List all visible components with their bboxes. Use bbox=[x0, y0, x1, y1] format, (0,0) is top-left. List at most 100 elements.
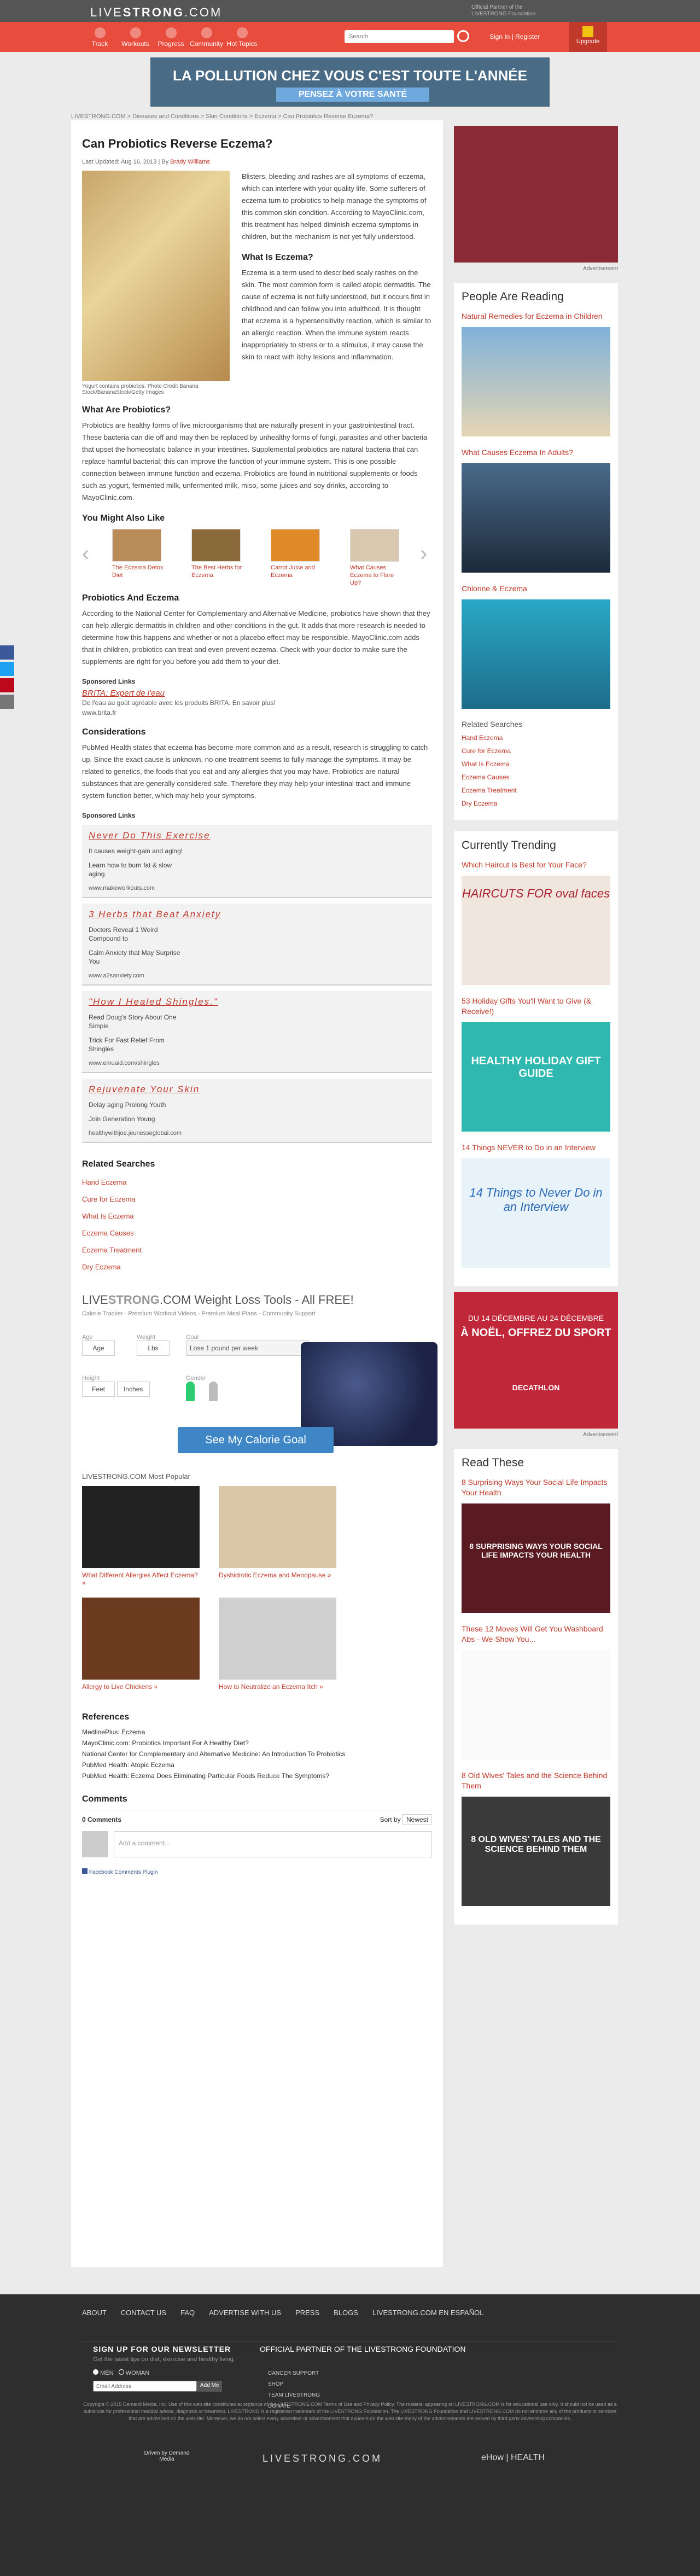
related-search-link[interactable]: Hand Eczema bbox=[82, 1178, 432, 1186]
popular-link[interactable]: What Different Allergies Affect Eczema? … bbox=[82, 1571, 200, 1587]
reading-image[interactable] bbox=[462, 599, 610, 709]
footer-link[interactable]: CONTACT US bbox=[121, 2309, 166, 2317]
trending-link[interactable]: 14 Things NEVER to Do in an Interview bbox=[462, 1143, 610, 1153]
ad-button[interactable]: PENSEZ À VOTRE SANTÉ bbox=[276, 88, 429, 102]
male-icon[interactable] bbox=[208, 1382, 218, 1401]
top-ad-banner[interactable]: LA POLLUTION CHEZ VOUS C'EST TOUTE L'ANN… bbox=[150, 57, 550, 107]
sponsor-link[interactable]: BRITA: Expert de l'eau bbox=[82, 689, 432, 698]
search-icon[interactable] bbox=[457, 30, 469, 42]
read-these-image[interactable] bbox=[462, 1650, 610, 1759]
partner-link[interactable]: SHOP bbox=[268, 2379, 320, 2390]
goal-select[interactable]: Lose 1 pound per week bbox=[186, 1341, 309, 1356]
footer-link[interactable]: PRESS bbox=[295, 2309, 319, 2317]
carousel-next-icon[interactable]: › bbox=[420, 543, 431, 564]
demand-media-logo[interactable]: Driven by Demand Media bbox=[142, 2450, 191, 2462]
ad-url[interactable]: www.emuaid.com/shingles bbox=[89, 1060, 425, 1066]
age-input[interactable]: Age bbox=[82, 1341, 115, 1356]
nav-workouts[interactable]: Workouts bbox=[118, 22, 153, 48]
more-share-icon[interactable] bbox=[0, 695, 14, 709]
popular-item[interactable]: How to Neutralize an Eczema Itch » bbox=[219, 1598, 336, 1691]
search-input[interactable] bbox=[345, 30, 454, 43]
carousel-prev-icon[interactable]: ‹ bbox=[82, 543, 93, 564]
footer-link[interactable]: ABOUT bbox=[82, 2309, 107, 2317]
footer-link[interactable]: ADVERTISE WITH US bbox=[209, 2309, 281, 2317]
ehow-health-logo[interactable]: eHow | HEALTH bbox=[481, 2453, 545, 2463]
add-me-button[interactable]: Add Me bbox=[197, 2381, 223, 2392]
text-ad[interactable]: Rejuvenate Your Skin Delay aging Prolong … bbox=[82, 1079, 432, 1143]
sidebar-related-link[interactable]: What Is Eczema bbox=[462, 760, 610, 768]
read-these-image[interactable]: 8 SURPRISING WAYS YOUR SOCIAL LIFE IMPAC… bbox=[462, 1503, 610, 1613]
popular-link[interactable]: How to Neutralize an Eczema Itch » bbox=[219, 1683, 336, 1691]
read-these-image[interactable]: 8 OLD WIVES' TALES AND THE SCIENCE BEHIN… bbox=[462, 1797, 610, 1906]
text-ad[interactable]: 3 Herbs that Beat Anxiety Doctors Reveal … bbox=[82, 904, 432, 986]
footer-link[interactable]: BLOGS bbox=[334, 2309, 358, 2317]
facebook-plugin-label[interactable]: Facebook Comments Plugin bbox=[89, 1869, 158, 1875]
related-search-link[interactable]: Dry Eczema bbox=[82, 1263, 432, 1271]
author-link[interactable]: Brady Williams bbox=[170, 159, 210, 165]
height-inches-input[interactable]: Inches bbox=[116, 1382, 150, 1397]
facebook-share-icon[interactable] bbox=[0, 645, 14, 660]
ad-headline[interactable]: Never Do This Exercise bbox=[89, 830, 425, 841]
reading-image[interactable] bbox=[462, 327, 610, 436]
footer-livestrong-logo[interactable]: LIVESTRONG.COM bbox=[262, 2453, 382, 2464]
decathlon-ad[interactable]: DU 14 DÉCEMBRE AU 24 DÉCEMBRE À NOËL, OF… bbox=[454, 1292, 618, 1429]
twitter-share-icon[interactable] bbox=[0, 662, 14, 676]
reading-link[interactable]: Natural Remedies for Eczema in Children bbox=[462, 311, 610, 322]
carousel-card[interactable]: Carrot Juice and Eczema bbox=[271, 529, 325, 579]
related-search-link[interactable]: What Is Eczema bbox=[82, 1212, 432, 1220]
ad-headline[interactable]: 3 Herbs that Beat Anxiety bbox=[89, 909, 425, 920]
female-icon[interactable] bbox=[186, 1382, 195, 1401]
popular-item[interactable]: Dyshidrotic Eczema and Menopause » bbox=[219, 1486, 336, 1587]
footer-link[interactable]: FAQ bbox=[180, 2309, 195, 2317]
sidebar-related-link[interactable]: Cure for Eczema bbox=[462, 747, 610, 755]
popular-link[interactable]: Dyshidrotic Eczema and Menopause » bbox=[219, 1571, 336, 1579]
footer-link[interactable]: LIVESTRONG.COM EN ESPAÑOL bbox=[372, 2309, 483, 2317]
nav-progress[interactable]: Progress bbox=[153, 22, 189, 48]
livestrong-logo[interactable]: LIVESTRONG.COM bbox=[90, 5, 222, 20]
height-feet-input[interactable]: Feet bbox=[82, 1382, 115, 1397]
ad-url[interactable]: www.a2sanxiety.com bbox=[89, 972, 425, 979]
popular-link[interactable]: Allergy to Live Chickens » bbox=[82, 1683, 200, 1691]
trending-image[interactable]: HAIRCUTS FOR oval faces bbox=[462, 876, 610, 985]
trending-image[interactable]: HEALTHY HOLIDAY GIFT GUIDE bbox=[462, 1022, 610, 1132]
partner-link[interactable]: CANCER SUPPORT bbox=[268, 2368, 320, 2379]
reading-image[interactable] bbox=[462, 463, 610, 573]
see-calorie-goal-button[interactable]: See My Calorie Goal bbox=[178, 1427, 334, 1453]
sidebar-related-link[interactable]: Eczema Treatment bbox=[462, 786, 610, 794]
nav-community[interactable]: Community bbox=[189, 22, 224, 48]
ad-headline[interactable]: "How I Healed Shingles." bbox=[89, 996, 425, 1007]
signin-register-link[interactable]: Sign In | Register bbox=[489, 33, 540, 40]
ad-headline[interactable]: Rejuvenate Your Skin bbox=[89, 1084, 425, 1095]
read-these-link[interactable]: These 12 Moves Will Get You Washboard Ab… bbox=[462, 1624, 610, 1645]
women-radio[interactable] bbox=[118, 2369, 124, 2375]
sidebar-related-link[interactable]: Dry Eczema bbox=[462, 800, 610, 807]
partner-link[interactable]: TEAM LIVESTRONG bbox=[268, 2390, 320, 2401]
text-ad[interactable]: "How I Healed Shingles." Read Doug's Stor… bbox=[82, 991, 432, 1073]
sidebar-related-link[interactable]: Eczema Causes bbox=[462, 773, 610, 781]
reading-link[interactable]: What Causes Eczema In Adults? bbox=[462, 447, 610, 458]
sidebar-related-link[interactable]: Hand Eczema bbox=[462, 734, 610, 742]
men-radio[interactable] bbox=[93, 2369, 98, 2375]
related-search-link[interactable]: Cure for Eczema bbox=[82, 1195, 432, 1203]
weight-input[interactable]: Lbs bbox=[137, 1341, 170, 1356]
trending-image[interactable]: 14 Things to Never Do in an Interview bbox=[462, 1158, 610, 1268]
read-these-link[interactable]: 8 Surprising Ways Your Social Life Impac… bbox=[462, 1477, 610, 1498]
reading-link[interactable]: Chlorine & Eczema bbox=[462, 584, 610, 594]
nav-hot-topics[interactable]: Hot Topics bbox=[224, 22, 260, 48]
pinterest-share-icon[interactable] bbox=[0, 678, 14, 692]
ad-url[interactable]: healthywithjoe.jeunesseglobal.com bbox=[89, 1130, 425, 1137]
text-ad[interactable]: Never Do This Exercise It causes weight-g… bbox=[82, 825, 432, 898]
read-these-link[interactable]: 8 Old Wives' Tales and the Science Behin… bbox=[462, 1770, 610, 1791]
carousel-card[interactable]: What Causes Eczema to Flare Up? bbox=[350, 529, 405, 587]
ad-url[interactable]: www.makeworkouts.com bbox=[89, 885, 425, 891]
related-search-link[interactable]: Eczema Causes bbox=[82, 1229, 432, 1237]
sort-select[interactable]: Newest bbox=[402, 1814, 432, 1825]
carousel-card[interactable]: The Best Herbs for Eczema bbox=[191, 529, 246, 579]
popular-item[interactable]: What Different Allergies Affect Eczema? … bbox=[82, 1486, 200, 1587]
newsletter-email-input[interactable] bbox=[93, 2381, 197, 2392]
comment-input[interactable]: Add a comment... bbox=[114, 1831, 432, 1857]
trending-link[interactable]: 53 Holiday Gifts You'll Want to Give (& … bbox=[462, 996, 610, 1017]
trending-link[interactable]: Which Haircut Is Best for Your Face? bbox=[462, 860, 610, 870]
related-search-link[interactable]: Eczema Treatment bbox=[82, 1246, 432, 1254]
sponsor-url[interactable]: www.brita.fr bbox=[82, 708, 432, 718]
